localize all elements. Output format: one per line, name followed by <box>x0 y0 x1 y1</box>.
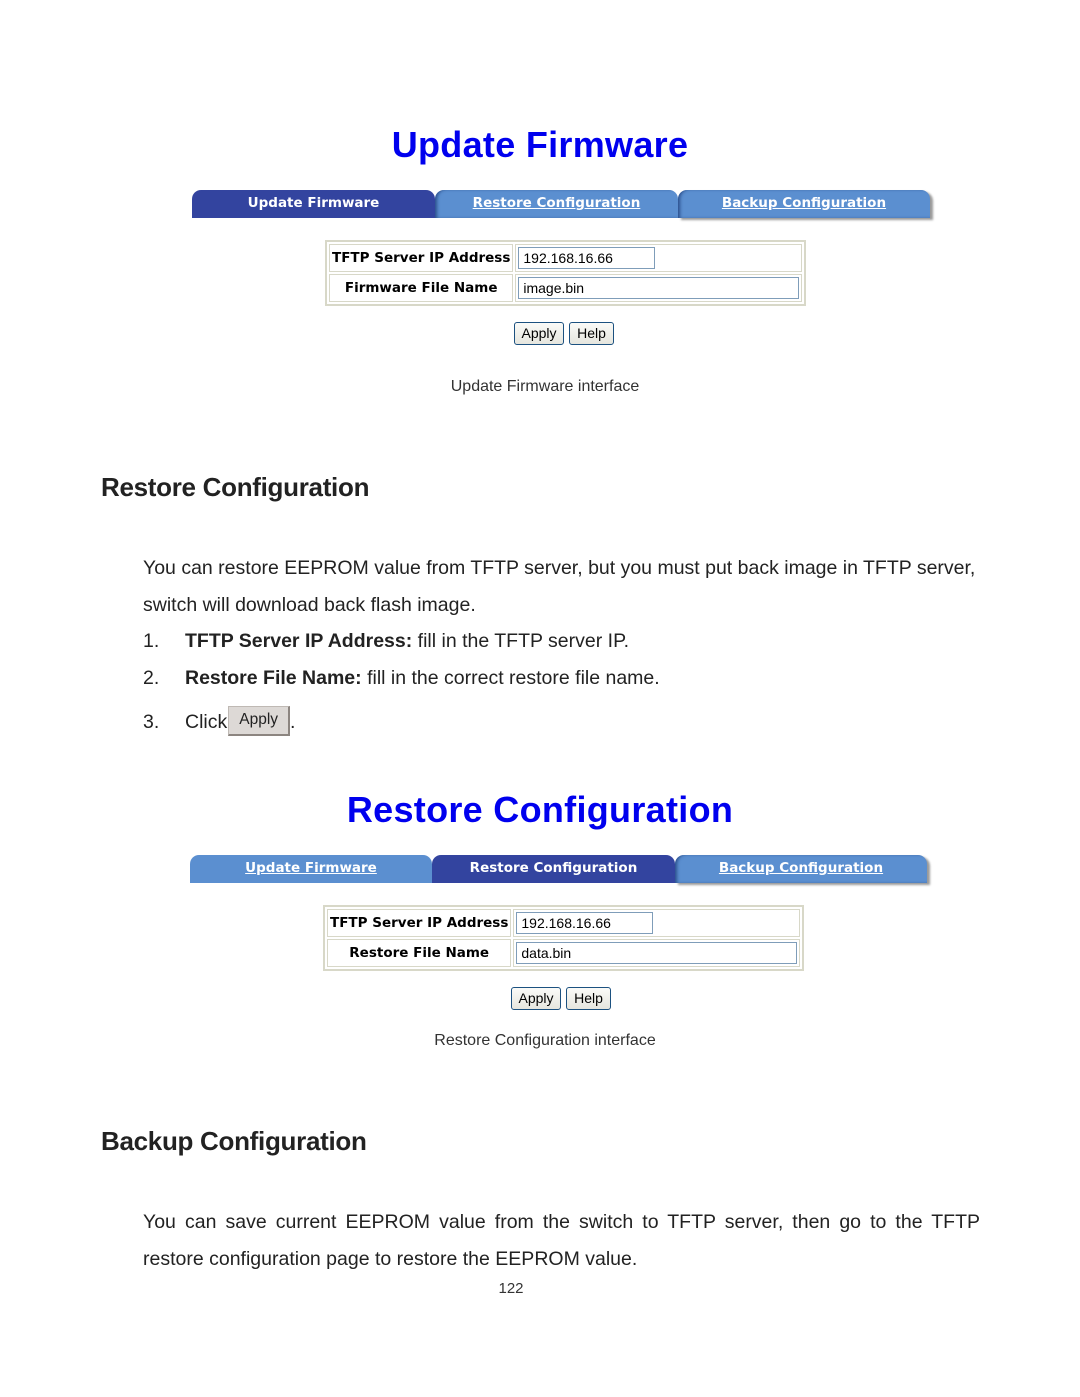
firmware-file-name-label: Firmware File Name <box>329 274 514 302</box>
tab-update-firmware[interactable]: Update Firmware <box>190 855 432 883</box>
list-number: 1. <box>143 630 160 652</box>
list-number: 3. <box>143 711 160 734</box>
list-item: 3. Click Apply. <box>143 706 296 738</box>
list-term: TFTP Server IP Address: <box>185 630 413 652</box>
list-text: fill in the correct restore file name. <box>361 667 660 689</box>
restore-paragraph: You can restore EEPROM value from TFTP s… <box>143 557 976 616</box>
restore-configuration-title: Restore Configuration <box>346 789 734 830</box>
restore-file-name-label: Restore File Name <box>327 939 512 967</box>
restore-configuration-tabbar: Update Firmware Restore Configuration Ba… <box>190 855 927 883</box>
section-heading-backup: Backup Configuration <box>101 1126 367 1156</box>
inline-apply-button[interactable]: Apply <box>228 706 291 736</box>
tftp-ip-input[interactable] <box>518 247 656 269</box>
firmware-file-name-input[interactable] <box>518 277 800 299</box>
tftp-ip-label: TFTP Server IP Address <box>329 244 514 272</box>
list-number: 2. <box>143 667 160 689</box>
page-number: 122 <box>498 1280 524 1297</box>
figure-caption: Restore Configuration interface <box>434 1032 656 1049</box>
tab-restore-configuration[interactable]: Restore Configuration <box>432 855 675 883</box>
update-firmware-form: TFTP Server IP Address Firmware File Nam… <box>325 240 807 306</box>
tftp-ip-label: TFTP Server IP Address <box>327 909 512 937</box>
list-text-end: . <box>290 711 296 734</box>
list-item: 1. TFTP Server IP Address: fill in the TF… <box>143 630 629 653</box>
restore-file-name-input[interactable] <box>516 942 798 964</box>
figure-caption: Update Firmware interface <box>450 378 640 395</box>
tab-update-firmware[interactable]: Update Firmware <box>192 190 435 218</box>
tab-backup-configuration[interactable]: Backup Configuration <box>675 855 927 883</box>
list-item: 2. Restore File Name: fill in the correct… <box>143 667 660 690</box>
update-firmware-tabbar: Update Firmware Restore Configuration Ba… <box>192 190 930 218</box>
restore-configuration-form: TFTP Server IP Address Restore File Name <box>323 905 805 971</box>
tftp-ip-input[interactable] <box>516 912 654 934</box>
update-firmware-title: Update Firmware <box>391 124 689 165</box>
section-heading-restore: Restore Configuration <box>101 472 370 502</box>
help-button[interactable]: Help <box>566 987 611 1010</box>
backup-paragraph: You can save current EEPROM value from t… <box>143 1211 980 1270</box>
tab-restore-configuration[interactable]: Restore Configuration <box>435 190 678 218</box>
list-text: Click <box>185 711 228 734</box>
list-text: fill in the TFTP server IP. <box>412 630 629 652</box>
apply-button[interactable]: Apply <box>511 987 561 1010</box>
tab-backup-configuration[interactable]: Backup Configuration <box>678 190 930 218</box>
list-term: Restore File Name: <box>185 667 362 689</box>
help-button[interactable]: Help <box>569 322 614 345</box>
apply-button[interactable]: Apply <box>514 322 564 345</box>
